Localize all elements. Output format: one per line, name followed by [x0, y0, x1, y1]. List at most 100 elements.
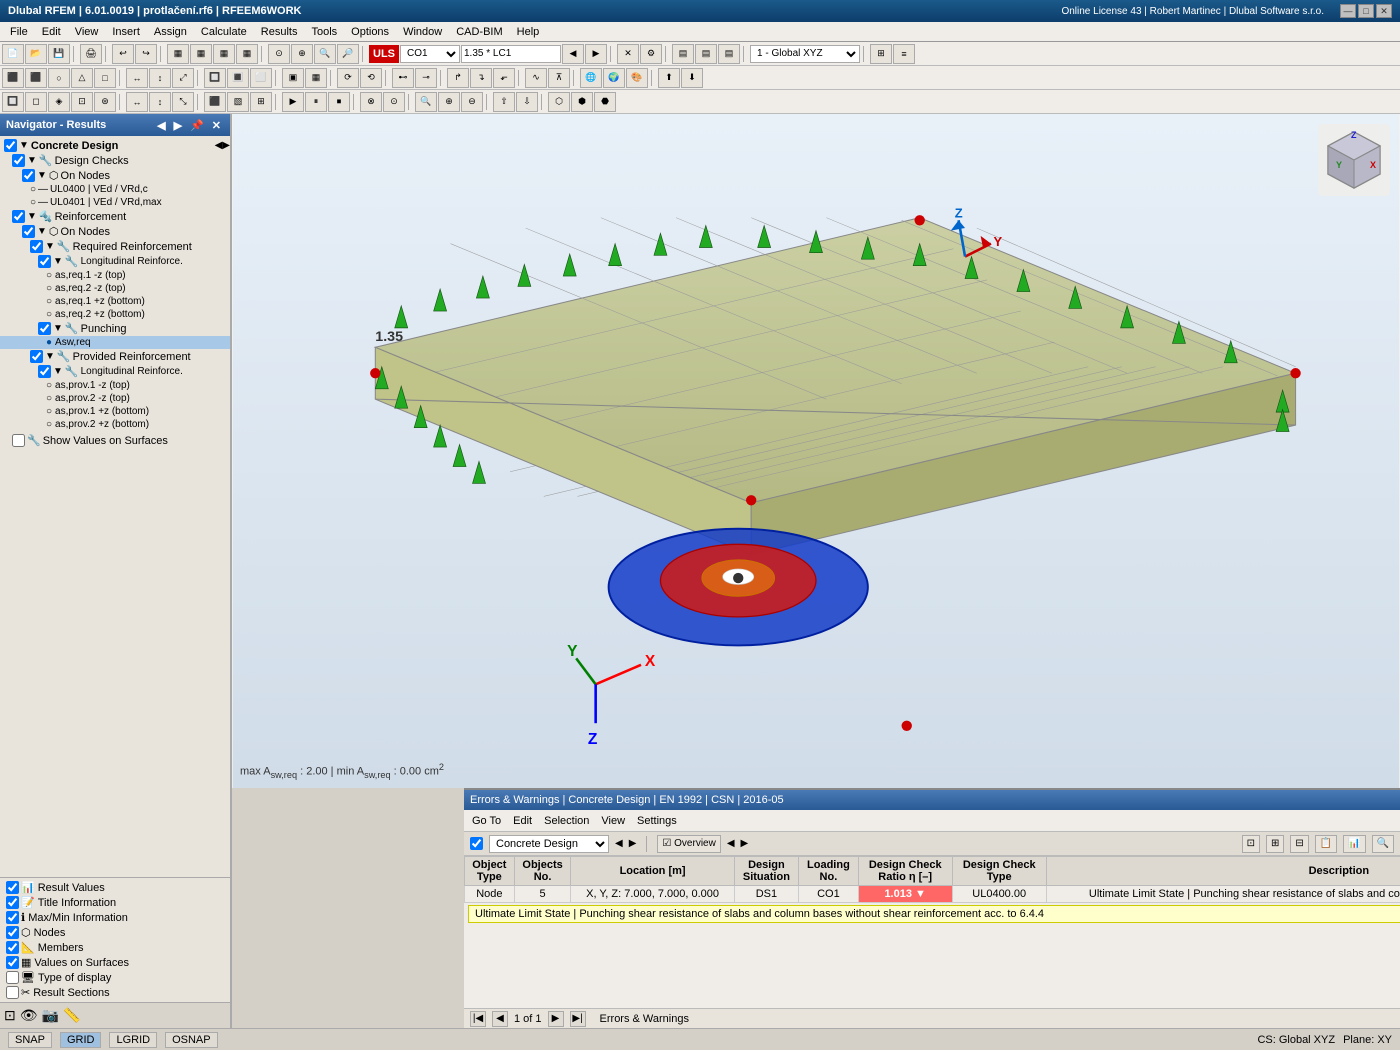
tb-r6[interactable]: 🔍 — [1372, 835, 1394, 853]
grid-btn[interactable]: GRID — [60, 1032, 102, 1048]
co1-select[interactable]: CO1 — [400, 45, 460, 63]
selection-menu[interactable]: Selection — [540, 815, 593, 827]
menu-results[interactable]: Results — [255, 25, 304, 39]
tb2-12[interactable]: ▣ — [282, 68, 304, 88]
filter-prev[interactable]: ◀ — [615, 838, 623, 849]
tb2-2[interactable]: ⬛ — [25, 68, 47, 88]
nav-bar-icon4[interactable]: 📏 — [63, 1007, 80, 1024]
menu-tools[interactable]: Tools — [305, 25, 343, 39]
tree-asprov2-top[interactable]: ○ as,prov.2 -z (top) — [0, 392, 230, 405]
nav-members[interactable]: 📐 Members — [0, 940, 230, 955]
settings-menu[interactable]: Settings — [633, 815, 681, 827]
tree-asw-req[interactable]: ● Asw,req — [0, 336, 230, 349]
window-controls[interactable]: — □ ✕ — [1340, 4, 1392, 18]
menu-edit[interactable]: Edit — [36, 25, 67, 39]
tree-asprov2-bot[interactable]: ○ as,prov.2 +z (bottom) — [0, 418, 230, 431]
nav-values-surfaces[interactable]: ▦ Values on Surfaces — [0, 955, 230, 970]
tb-e1[interactable]: ▤ — [672, 44, 694, 64]
tb2-18[interactable]: ↱ — [447, 68, 469, 88]
tb-r5[interactable]: 📊 — [1343, 835, 1365, 853]
nav-prev-btn[interactable]: ◀ — [154, 119, 168, 132]
tree-asprov1-bot[interactable]: ○ as,prov.1 +z (bottom) — [0, 405, 230, 418]
tb3-2[interactable]: ◻ — [25, 92, 47, 112]
tree-ul0400[interactable]: ○ — UL0400 | VEd / VRd,c — [0, 183, 230, 196]
pg-next[interactable]: ▶ — [548, 1011, 564, 1027]
tb2-19[interactable]: ↴ — [470, 68, 492, 88]
lc-input[interactable] — [461, 45, 561, 63]
radio-icon[interactable]: ○ — [46, 406, 52, 417]
snap-btn[interactable]: SNAP — [8, 1032, 52, 1048]
tb2-1[interactable]: ⬛ — [2, 68, 24, 88]
tree-design-checks[interactable]: ▼ 🔧 Design Checks — [0, 153, 230, 168]
filter-checkbox[interactable] — [470, 837, 483, 850]
tb-c4[interactable]: 🔎 — [337, 44, 359, 64]
tb-r1[interactable]: ⊡ — [1242, 835, 1260, 853]
nav-close-btn[interactable]: ✕ — [209, 119, 224, 132]
tb3-6[interactable]: ↔ — [126, 92, 148, 112]
menu-view[interactable]: View — [69, 25, 105, 39]
radio-icon[interactable]: ○ — [46, 296, 52, 307]
menu-help[interactable]: Help — [511, 25, 546, 39]
filter-combo[interactable]: Concrete Design — [489, 835, 609, 853]
tree-long-reinf-prov[interactable]: ▼ 🔧 Longitudinal Reinforce. — [0, 364, 230, 379]
tb2-8[interactable]: ⤢ — [172, 68, 194, 88]
tb2-5[interactable]: □ — [94, 68, 116, 88]
tb2-9[interactable]: 🔲 — [204, 68, 226, 88]
menu-calculate[interactable]: Calculate — [195, 25, 253, 39]
tree-asreq2-bot[interactable]: ○ as,req.2 +z (bottom) — [0, 308, 230, 321]
tb2-16[interactable]: ⊷ — [392, 68, 414, 88]
tb-b2[interactable]: ▦ — [190, 44, 212, 64]
results-table-wrap[interactable]: ObjectType ObjectsNo. Location [m] Desig… — [464, 856, 1400, 1008]
tb-c1[interactable]: ⊙ — [268, 44, 290, 64]
menu-insert[interactable]: Insert — [106, 25, 146, 39]
tb2-15[interactable]: ⟲ — [360, 68, 382, 88]
tree-required-reinf[interactable]: ▼ 🔧 Required Reinforcement — [0, 239, 230, 254]
tb2-24[interactable]: 🌍 — [603, 68, 625, 88]
radio-icon[interactable]: ○ — [46, 309, 52, 320]
tb-f2[interactable]: ≡ — [893, 44, 915, 64]
tb3-4[interactable]: ⊡ — [71, 92, 93, 112]
overview-btn[interactable]: ☑ Overview — [657, 835, 720, 853]
radio-icon[interactable]: ○ — [46, 393, 52, 404]
tb3-9[interactable]: ⬛ — [204, 92, 226, 112]
pg-last[interactable]: ▶| — [570, 1011, 586, 1027]
nav-result-sections[interactable]: ✂ Result Sections — [0, 985, 230, 1000]
tb2-22[interactable]: ⊼ — [548, 68, 570, 88]
tb3-17[interactable]: 🔍 — [415, 92, 437, 112]
close-btn[interactable]: ✕ — [1376, 4, 1392, 18]
tb-open[interactable]: 📂 — [25, 44, 47, 64]
menu-cad-bim[interactable]: CAD-BIM — [450, 25, 508, 39]
view-select[interactable]: 1 - Global XYZ — [750, 45, 860, 63]
tb-c2[interactable]: ⊕ — [291, 44, 313, 64]
tb-b3[interactable]: ▦ — [213, 44, 235, 64]
tb-d2[interactable]: ⚙ — [640, 44, 662, 64]
menu-options[interactable]: Options — [345, 25, 395, 39]
tb2-17[interactable]: ⊸ — [415, 68, 437, 88]
tb-e3[interactable]: ▤ — [718, 44, 740, 64]
tb3-18[interactable]: ⊕ — [438, 92, 460, 112]
nav-bar-icon1[interactable]: ⊡ — [4, 1007, 16, 1024]
tb3-24[interactable]: ⬣ — [594, 92, 616, 112]
tb3-14[interactable]: ⏹ — [328, 92, 350, 112]
pg-prev[interactable]: ◀ — [492, 1011, 508, 1027]
maximize-btn[interactable]: □ — [1358, 4, 1374, 18]
tb3-15[interactable]: ⊗ — [360, 92, 382, 112]
filter-nav-prev[interactable]: ◀ — [727, 838, 735, 849]
tb3-16[interactable]: ⊙ — [383, 92, 405, 112]
tb3-19[interactable]: ⊖ — [461, 92, 483, 112]
tb2-10[interactable]: 🔳 — [227, 68, 249, 88]
nav-maxmin-info[interactable]: ℹ Max/Min Information — [0, 910, 230, 925]
tree-punching[interactable]: ▼ 🔧 Punching — [0, 321, 230, 336]
tb3-3[interactable]: ◈ — [48, 92, 70, 112]
nav-bar-icon3[interactable]: 📷 — [42, 1007, 59, 1024]
tb-e2[interactable]: ▤ — [695, 44, 717, 64]
tb2-6[interactable]: ↔ — [126, 68, 148, 88]
radio-icon[interactable]: ○ — [46, 419, 52, 430]
tree-concrete-design[interactable]: ▼ Concrete Design ◀▶ — [0, 138, 230, 153]
tb-f1[interactable]: ⊞ — [870, 44, 892, 64]
tree-on-nodes-dc[interactable]: ▼ ⬡ On Nodes — [0, 168, 230, 183]
filter-next[interactable]: ▶ — [629, 838, 637, 849]
menu-window[interactable]: Window — [397, 25, 448, 39]
table-row[interactable]: Node 5 X, Y, Z: 7.000, 7.000, 0.000 DS1 … — [465, 886, 1400, 903]
pg-first[interactable]: |◀ — [470, 1011, 486, 1027]
